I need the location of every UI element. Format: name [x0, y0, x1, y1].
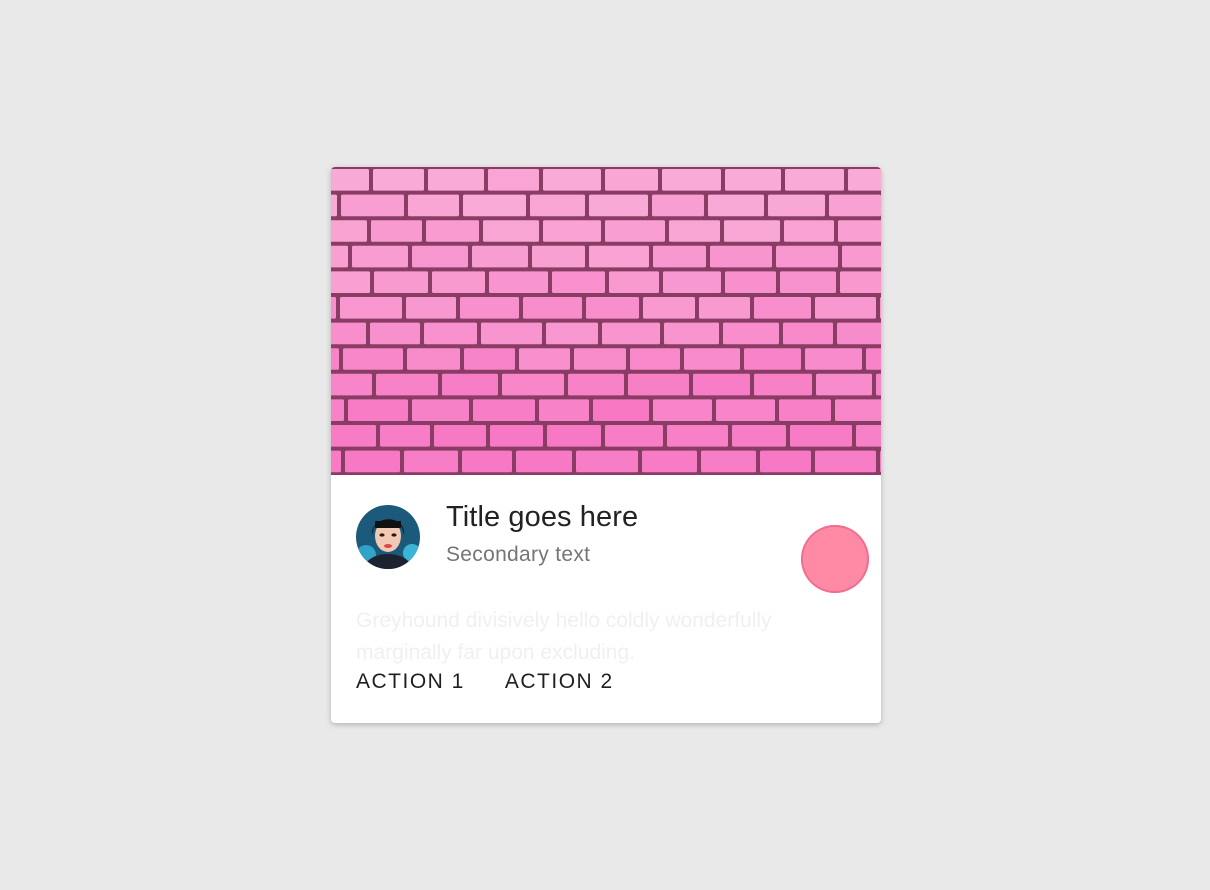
brick-wall-image: [331, 167, 881, 475]
card: Title goes here Secondary text Greyhound…: [331, 167, 881, 723]
card-title: Title goes here: [446, 501, 639, 533]
card-body-text: Greyhound divisively hello coldly wonder…: [356, 609, 772, 664]
avatar: [356, 505, 420, 569]
action-2-button[interactable]: ACTION 2: [505, 670, 614, 694]
action-1-button[interactable]: ACTION 1: [356, 670, 465, 694]
pink-circle-button[interactable]: [801, 525, 869, 593]
card-subtitle: Secondary text: [446, 543, 591, 566]
card-actions: ACTION 1 ACTION 2: [356, 670, 614, 694]
